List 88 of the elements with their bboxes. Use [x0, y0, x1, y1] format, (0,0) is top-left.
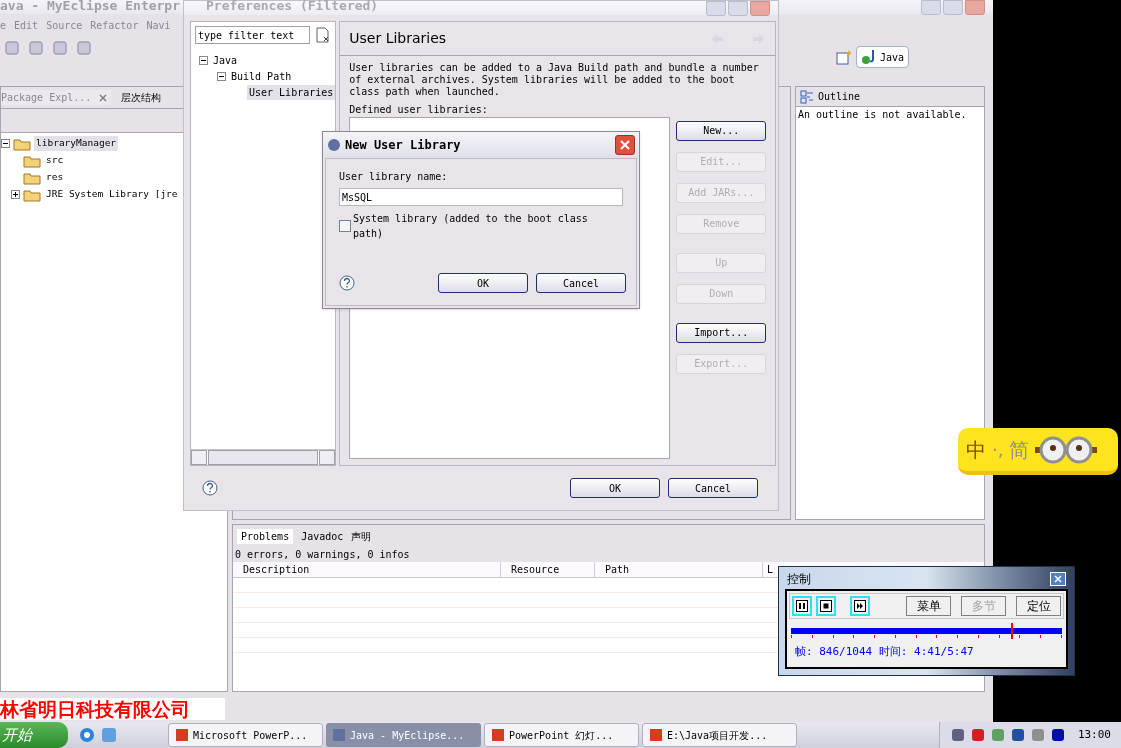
company-banner: 林省明日科技有限公司	[0, 698, 225, 720]
collapse-icon[interactable]	[199, 55, 208, 65]
dialog-button[interactable]: Import...	[676, 322, 767, 343]
app-icon	[327, 138, 341, 152]
window-title: ava - MyEclipse Enterpr	[0, 0, 180, 12]
progress-thumb[interactable]	[1010, 623, 1013, 639]
dialog-button[interactable]: New...	[676, 120, 767, 141]
perspective-button[interactable]: Java	[855, 46, 909, 68]
tree-item[interactable]: libraryManager	[34, 136, 119, 151]
taskbar-button[interactable]: Microsoft PowerP...	[168, 723, 323, 747]
clear-filter-icon[interactable]	[316, 27, 330, 43]
list-label: Defined user libraries:	[349, 103, 489, 117]
folder-icon	[23, 170, 41, 185]
folder-icon	[13, 136, 31, 151]
scroll-left-button[interactable]	[191, 450, 207, 465]
tree-item[interactable]: JRE System Library [jre	[44, 187, 180, 202]
pause-button[interactable]	[792, 596, 812, 616]
player-button[interactable]: 菜单	[906, 596, 951, 616]
help-icon[interactable]	[339, 275, 355, 291]
dialog-button[interactable]: Cancel	[668, 478, 758, 498]
page-title: User Libraries	[349, 29, 447, 48]
collapse-icon[interactable]	[1, 139, 10, 148]
toolbar-icon[interactable]	[52, 40, 68, 56]
folder-icon	[23, 153, 41, 168]
close-icon	[1054, 575, 1062, 583]
app-icon[interactable]	[100, 726, 118, 744]
scroll-right-button[interactable]	[319, 450, 336, 465]
close-icon	[619, 139, 631, 151]
view-tab[interactable]: Outline	[818, 89, 861, 104]
dialog-button[interactable]: Cancel	[536, 273, 626, 293]
app-icon	[649, 728, 663, 742]
player-button[interactable]: 定位	[1016, 596, 1061, 616]
checkbox[interactable]	[339, 220, 351, 232]
skip-button[interactable]	[850, 596, 870, 616]
playback-status: 帧: 846/1044 时间: 4:41/5:47	[794, 644, 975, 660]
library-name-field[interactable]: MsSQL	[339, 188, 623, 206]
app-icon	[332, 728, 346, 742]
tray-icon[interactable]	[1009, 727, 1026, 743]
filter-field[interactable]: type filter text	[195, 26, 310, 44]
dialog-title: Preferences (Filtered)	[205, 1, 379, 11]
help-icon[interactable]	[202, 480, 218, 496]
column-header[interactable]: Description	[233, 562, 501, 577]
tree-item[interactable]: src	[44, 153, 66, 168]
view-tab[interactable]: Problems	[237, 528, 294, 544]
field-label: User library name:	[339, 170, 449, 184]
tree-item[interactable]: Java	[211, 52, 240, 68]
outline-icon	[800, 89, 814, 104]
view-tab[interactable]: 声明	[351, 528, 372, 544]
view-tab[interactable]: Javadoc	[301, 528, 344, 544]
app-icon	[491, 728, 505, 742]
column-header[interactable]: Resource	[501, 562, 595, 577]
taskbar-button[interactable]: E:\Java项目开发...	[642, 723, 797, 747]
dialog-button[interactable]: OK	[438, 273, 528, 293]
checkbox-label[interactable]: System library (added to the boot class path)	[352, 211, 623, 241]
progress-track[interactable]	[791, 623, 1062, 639]
ime-toolbar[interactable]: 中 ·, 简	[958, 428, 1118, 475]
open-perspective-icon[interactable]	[835, 49, 852, 65]
taskbar-button[interactable]: PowerPoint 幻灯...	[484, 723, 639, 747]
dialog-title: New User Library	[345, 137, 461, 154]
column-header[interactable]: L	[763, 562, 778, 577]
browser-icon[interactable]	[78, 726, 96, 744]
toolbar-icon[interactable]	[76, 40, 92, 56]
close-button[interactable]	[615, 135, 635, 155]
problems-summary: 0 errors, 0 warnings, 0 infos	[233, 547, 984, 562]
expand-icon[interactable]	[11, 190, 20, 199]
app-icon	[175, 728, 189, 742]
scrollbar-thumb[interactable]	[208, 450, 319, 465]
tree-item[interactable]: Build Path	[229, 68, 294, 84]
goggles-icon	[1035, 434, 1098, 465]
tray-icon[interactable]	[949, 727, 966, 743]
close-icon[interactable]	[99, 94, 108, 102]
tray-icon[interactable]	[1049, 727, 1066, 743]
column-header[interactable]: Path	[595, 562, 763, 577]
tree-item[interactable]: User Libraries	[247, 84, 336, 100]
folder-icon	[23, 187, 41, 202]
view-tab[interactable]: 层次结构	[121, 90, 162, 105]
page-description: User libraries can be added to a Java Build path and bundle a number of external archives. System libraries will be added to the boot class path when launched.	[349, 62, 760, 98]
dialog-button[interactable]: OK	[570, 478, 660, 498]
toolbar-icon[interactable]	[4, 40, 20, 56]
input-mode[interactable]: 中	[966, 434, 986, 465]
java-perspective-icon	[860, 49, 877, 65]
toolbar-icon[interactable]	[28, 40, 44, 56]
tree-item[interactable]: res	[44, 170, 66, 185]
collapse-icon[interactable]	[217, 71, 226, 81]
stop-button[interactable]	[816, 596, 836, 616]
outline-message: An outline is not available.	[797, 108, 968, 122]
clock: 13:00	[1077, 726, 1111, 743]
window-title: 控制	[787, 571, 811, 588]
